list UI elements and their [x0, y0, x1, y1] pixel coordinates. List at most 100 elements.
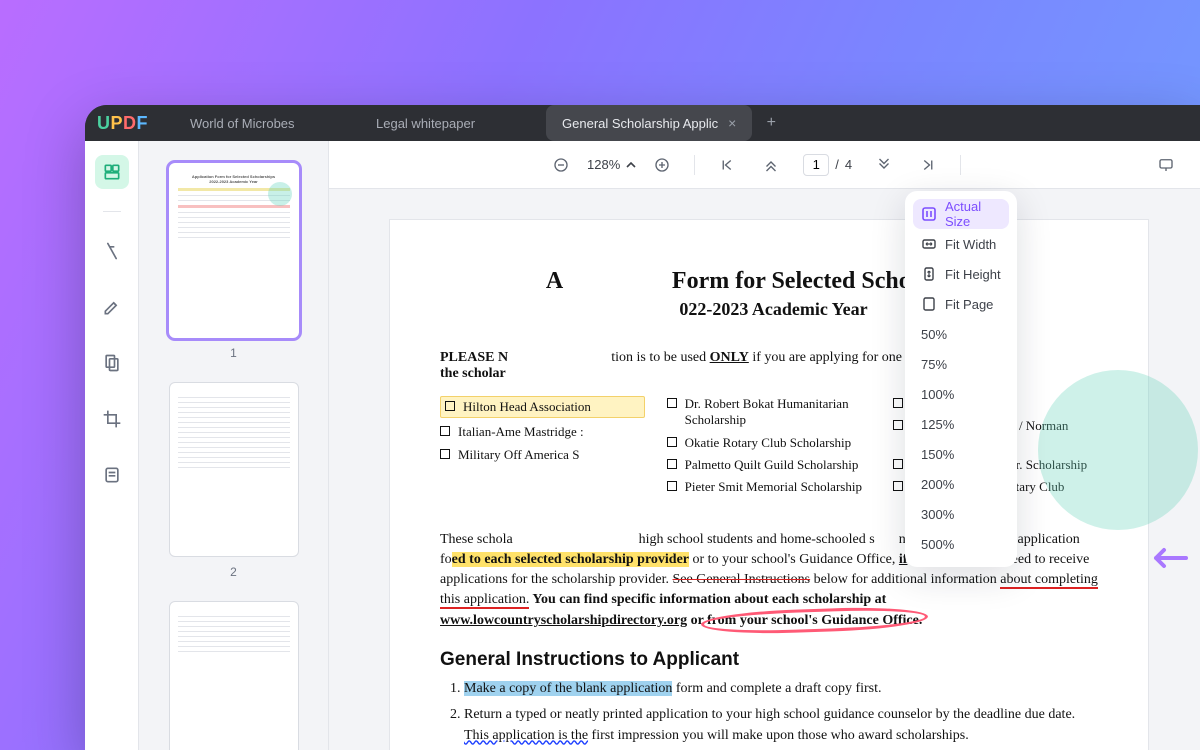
chevron-up-icon [626, 160, 636, 170]
thumbnails-icon [102, 162, 122, 182]
comment-rail-button[interactable] [95, 234, 129, 268]
scholarship-name: Italian-Ame Mastridge : [458, 424, 584, 440]
go-first-icon [718, 156, 736, 174]
checkbox-icon [893, 459, 903, 469]
zoom-item-actual-size[interactable]: Actual Size [913, 199, 1009, 229]
highlight-annotation[interactable]: ed to each selected scholarship provider [452, 552, 689, 567]
scholarship-name: Hilton Head Association [463, 399, 591, 415]
close-tab-icon[interactable]: × [728, 115, 736, 131]
last-page-button[interactable] [916, 153, 940, 177]
checkbox-icon [893, 481, 903, 491]
plus-circle-icon [653, 156, 671, 174]
tab-general-scholarship[interactable]: General Scholarship Applic × [546, 105, 752, 141]
chevron-down-double-icon [875, 156, 893, 174]
first-page-button[interactable] [715, 153, 739, 177]
tab-legal-whitepaper[interactable]: Legal whitepaper [360, 105, 540, 141]
annotation-circle-icon [268, 182, 292, 206]
zoom-item-300[interactable]: 300% [913, 499, 1009, 529]
zoom-item-label: 300% [921, 507, 954, 522]
scholarship-checkbox-row[interactable]: Dr. Robert Bokat Humanitarian Scholarshi… [667, 396, 872, 429]
app-window: UPDF World of Microbes Legal whitepaper … [85, 105, 1200, 750]
checkbox-icon [440, 449, 450, 459]
toolbar-separator [960, 155, 961, 175]
chevron-up-double-icon [762, 156, 780, 174]
zoom-item-label: 125% [921, 417, 954, 432]
edit-icon [102, 297, 122, 317]
page-input[interactable] [803, 154, 829, 176]
edit-rail-button[interactable] [95, 290, 129, 324]
scholarship-checkbox-row[interactable]: Palmetto Quilt Guild Scholarship [667, 457, 872, 473]
zoom-item-label: 100% [921, 387, 954, 402]
page-toolbar: 128% / 4 [329, 141, 1200, 189]
thumbnail-page-3[interactable] [169, 601, 299, 750]
actual-size-icon [921, 206, 937, 222]
zoom-menu: Actual Size Fit Width Fit Height Fit Pag… [905, 191, 1017, 567]
thumbnail-page-1[interactable]: Application Form for Selected Scholarshi… [169, 163, 299, 338]
arrow-annotation[interactable] [1148, 545, 1188, 576]
zoom-item-500[interactable]: 500% [913, 529, 1009, 559]
main-panel: 128% / 4 [329, 141, 1200, 750]
strikeout-annotation[interactable]: See General Instructions [673, 572, 811, 587]
list-item: Make a copy of the blank application for… [464, 679, 1098, 699]
zoom-item-50[interactable]: 50% [913, 319, 1009, 349]
scholarship-checkbox-row[interactable]: Italian-Ame Mastridge : [440, 424, 645, 440]
go-last-icon [919, 156, 937, 174]
presentation-button[interactable] [1154, 153, 1178, 177]
pdf-page: Application Form for Selected Scholarshi… [389, 219, 1149, 750]
zoom-item-fit-width[interactable]: Fit Width [913, 229, 1009, 259]
zoom-item-fit-page[interactable]: Fit Page [913, 289, 1009, 319]
zoom-out-button[interactable] [549, 153, 573, 177]
page-total: 4 [845, 157, 852, 172]
zoom-item-label: 200% [921, 477, 954, 492]
zoom-dropdown-button[interactable]: 128% [583, 157, 640, 172]
next-page-button[interactable] [872, 153, 896, 177]
zoom-item-label: Actual Size [945, 199, 1001, 229]
prev-page-button[interactable] [759, 153, 783, 177]
scholarship-checkbox-row[interactable]: Military Off America S [440, 447, 645, 463]
zoom-value: 128% [587, 157, 620, 172]
checkbox-icon [667, 459, 677, 469]
forms-rail-button[interactable] [95, 458, 129, 492]
scholarship-name: Okatie Rotary Club Scholarship [685, 435, 851, 451]
scholarship-checkbox-row[interactable]: Pieter Smit Memorial Scholarship [667, 479, 872, 495]
highlight-annotation[interactable]: Make a copy of the blank application [464, 681, 672, 696]
instruction-list: Make a copy of the blank application for… [464, 679, 1098, 750]
tab-label: Legal whitepaper [376, 116, 475, 131]
zoom-item-150[interactable]: 150% [913, 439, 1009, 469]
scholarship-checkbox-row[interactable]: Okatie Rotary Club Scholarship [667, 435, 872, 451]
rail-separator [103, 211, 121, 212]
thumbnail-page-2[interactable] [169, 382, 299, 557]
underline-annotation[interactable]: This application is the [464, 728, 588, 743]
zoom-item-fit-height[interactable]: Fit Height [913, 259, 1009, 289]
add-tab-button[interactable]: + [758, 110, 784, 136]
pages-rail-button[interactable] [95, 346, 129, 380]
thumbnails-rail-button[interactable] [95, 155, 129, 189]
scholarship-name: Pieter Smit Memorial Scholarship [685, 479, 862, 495]
zoom-in-button[interactable] [650, 153, 674, 177]
zoom-item-100[interactable]: 100% [913, 379, 1009, 409]
zoom-item-label: 500% [921, 537, 954, 552]
scholarship-checkbox-row[interactable]: Hilton Head Association [440, 396, 645, 418]
thumbnail-label: 2 [230, 565, 237, 579]
scholarship-name: Palmetto Quilt Guild Scholarship [685, 457, 859, 473]
zoom-item-label: 75% [921, 357, 947, 372]
zoom-item-75[interactable]: 75% [913, 349, 1009, 379]
page-sep: / [835, 157, 839, 172]
checkbox-icon [667, 398, 677, 408]
scholarship-name: Dr. Robert Bokat Humanitarian Scholarshi… [685, 396, 872, 429]
checkbox-icon [445, 401, 455, 411]
workspace: Application Form for Selected Scholarshi… [85, 141, 1200, 750]
page-scroll[interactable]: Application Form for Selected Scholarshi… [329, 189, 1200, 750]
crop-rail-button[interactable] [95, 402, 129, 436]
tab-world-of-microbes[interactable]: World of Microbes [174, 105, 354, 141]
zoom-item-125[interactable]: 125% [913, 409, 1009, 439]
zoom-item-200[interactable]: 200% [913, 469, 1009, 499]
zoom-item-label: 150% [921, 447, 954, 462]
tab-label: General Scholarship Applic [562, 116, 718, 131]
pages-icon [102, 353, 122, 373]
thumbnail-label: 1 [230, 346, 237, 360]
fit-width-icon [921, 236, 937, 252]
minus-circle-icon [552, 156, 570, 174]
circle-annotation[interactable]: from your school's Guidance Office. [707, 613, 922, 628]
checkbox-icon [667, 437, 677, 447]
